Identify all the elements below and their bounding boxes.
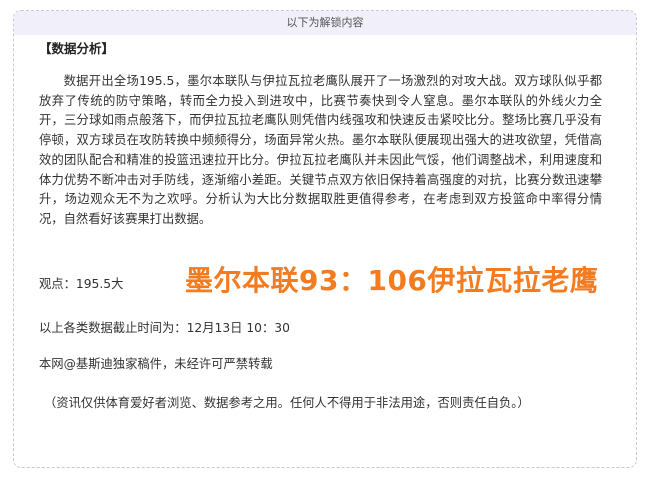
viewpoint-text: 观点：195.5大 xyxy=(39,277,124,291)
article-body: 【数据分析】 数据开出全场195.5，墨尔本联队与伊拉瓦拉老鹰队展开了一场激烈的… xyxy=(39,40,602,230)
section-title: 【数据分析】 xyxy=(39,41,115,56)
score-highlight: 墨尔本联93：106伊拉瓦拉老鹰 xyxy=(185,264,599,297)
data-cutoff-time: 以上各类数据截止时间为：12月13日 10：30 xyxy=(39,321,290,335)
copyright-notice: 本网@基斯迪独家稿件，未经许可严禁转载 xyxy=(39,357,273,371)
unlock-header: 以下为解锁内容 xyxy=(14,11,636,35)
analysis-paragraph: 数据开出全场195.5，墨尔本联队与伊拉瓦拉老鹰队展开了一场激烈的对攻大战。双方… xyxy=(39,74,602,226)
disclaimer: （资讯仅供体育爱好者浏览、数据参考之用。任何人不得用于非法用途，否则责任自负。） xyxy=(44,396,530,410)
viewpoint-row: 观点：195.5大 墨尔本联93：106伊拉瓦拉老鹰 xyxy=(39,254,639,314)
